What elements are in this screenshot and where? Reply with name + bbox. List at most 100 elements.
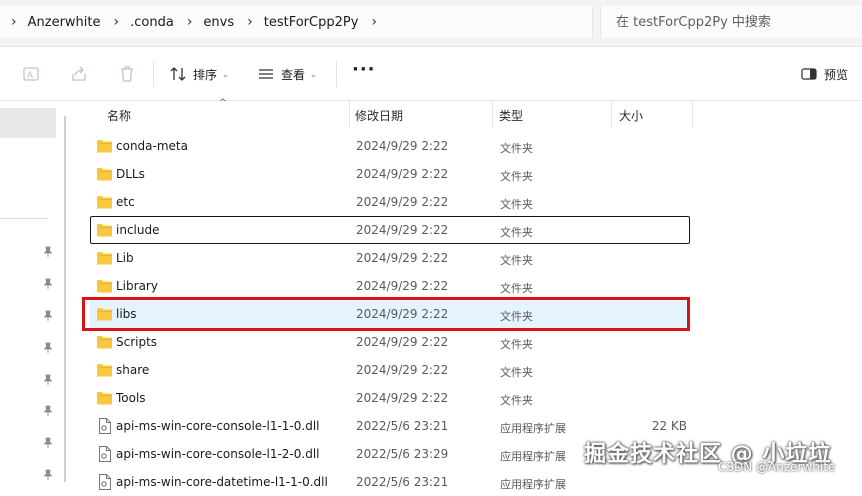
command-bar: A 排序 ⌄ 查看 ⌄ ··· 预览 (0, 47, 862, 101)
file-date: 2024/9/29 2:22 (356, 335, 449, 349)
chevron-right-icon[interactable]: › (176, 14, 202, 30)
file-date: 2024/9/29 2:22 (356, 139, 449, 153)
file-date: 2024/9/29 2:22 (356, 307, 449, 321)
file-date: 2024/9/29 2:22 (356, 251, 449, 265)
file-row[interactable]: libs 2024/9/29 2:22 文件夹 (90, 300, 690, 328)
view-label: 查看 (281, 67, 306, 82)
breadcrumb-item[interactable]: envs (201, 15, 236, 30)
chevron-right-icon[interactable]: › (360, 14, 386, 30)
column-date[interactable]: 修改日期 (355, 107, 403, 124)
folder-icon (96, 363, 113, 380)
column-divider[interactable] (349, 101, 350, 128)
sort-button[interactable]: 排序 ⌄ (170, 60, 229, 88)
file-name: libs (116, 307, 137, 321)
delete-icon[interactable] (118, 65, 136, 83)
breadcrumb-item[interactable]: Anzerwhite (26, 15, 103, 30)
breadcrumb[interactable]: › Anzerwhite › .conda › envs › testForCp… (0, 6, 593, 38)
file-size: 22 KB (651, 419, 687, 433)
chevron-right-icon[interactable]: › (236, 14, 262, 30)
file-type: 应用程序扩展 (500, 422, 566, 435)
file-date: 2022/5/6 23:21 (356, 419, 449, 433)
search-input[interactable] (614, 13, 858, 31)
file-row[interactable]: etc 2024/9/29 2:22 文件夹 (90, 188, 690, 216)
chevron-down-icon: ⌄ (222, 69, 229, 79)
file-name: api-ms-win-core-datetime-l1-1-0.dll (116, 475, 328, 489)
column-divider[interactable] (692, 101, 693, 128)
file-row[interactable]: conda-meta 2024/9/29 2:22 文件夹 (90, 132, 690, 160)
nav-scrollbar[interactable] (64, 116, 66, 482)
file-row[interactable]: DLLs 2024/9/29 2:22 文件夹 (90, 160, 690, 188)
chevron-right-icon[interactable]: › (103, 14, 129, 30)
file-name: DLLs (116, 167, 145, 181)
breadcrumb-item[interactable]: .conda (128, 15, 176, 30)
watermark-csdn: CSDN @Anzerwhite (718, 460, 836, 474)
file-name: Lib (116, 251, 134, 265)
chevron-right-icon[interactable]: › (0, 14, 26, 30)
view-button[interactable]: 查看 ⌄ (258, 60, 317, 88)
file-date: 2024/9/29 2:22 (356, 167, 449, 181)
file-type: 文件夹 (500, 198, 533, 211)
file-name: share (116, 363, 150, 377)
pin-icon (43, 374, 53, 385)
column-divider[interactable] (492, 101, 493, 128)
file-name: etc (116, 195, 135, 209)
address-bar: › Anzerwhite › .conda › envs › testForCp… (0, 0, 862, 47)
nav-item-selected[interactable] (0, 108, 56, 138)
dll-file-icon (98, 418, 112, 437)
rename-icon[interactable]: A (22, 65, 40, 83)
column-header: ^ 名称 修改日期 类型 大小 (74, 98, 862, 128)
chevron-down-icon: ⌄ (310, 69, 317, 79)
file-date: 2024/9/29 2:22 (356, 223, 449, 237)
file-name: api-ms-win-core-console-l1-2-0.dll (116, 447, 320, 461)
file-type: 文件夹 (500, 170, 533, 183)
column-size[interactable]: 大小 (619, 107, 643, 124)
pin-icon (43, 278, 53, 289)
file-row[interactable]: Tools 2024/9/29 2:22 文件夹 (90, 384, 690, 412)
folder-icon (96, 391, 113, 408)
pin-icon (43, 342, 53, 353)
file-type: 文件夹 (500, 394, 533, 407)
more-options-button[interactable]: ··· (352, 59, 376, 80)
file-date: 2024/9/29 2:22 (356, 363, 449, 377)
folder-icon (96, 195, 113, 212)
folder-icon (96, 167, 113, 184)
breadcrumb-item[interactable]: testForCpp2Py (262, 15, 361, 30)
column-name[interactable]: 名称 (107, 107, 131, 124)
pin-icon (43, 469, 53, 480)
file-name: include (116, 223, 160, 237)
file-row[interactable]: include 2024/9/29 2:22 文件夹 (90, 216, 690, 244)
column-divider[interactable] (611, 101, 612, 128)
file-date: 2024/9/29 2:22 (356, 279, 449, 293)
file-date: 2022/5/6 23:29 (356, 447, 449, 461)
file-name: conda-meta (116, 139, 188, 153)
pin-icon (43, 246, 53, 257)
preview-label: 预览 (824, 67, 849, 82)
file-row[interactable]: api-ms-win-core-datetime-l1-1-0.dll 2022/… (90, 468, 690, 496)
view-icon (259, 69, 273, 79)
file-name: Tools (116, 391, 146, 405)
file-type: 文件夹 (500, 366, 533, 379)
sort-label: 排序 (193, 67, 218, 82)
column-type[interactable]: 类型 (499, 107, 523, 124)
folder-icon (96, 223, 113, 240)
file-name: Library (116, 279, 158, 293)
file-type: 应用程序扩展 (500, 478, 566, 491)
file-row[interactable]: share 2024/9/29 2:22 文件夹 (90, 356, 690, 384)
file-type: 文件夹 (500, 338, 533, 351)
preview-button[interactable]: 预览 (801, 60, 848, 88)
file-name: Scripts (116, 335, 158, 349)
sort-ascending-icon: ^ (219, 98, 227, 108)
folder-icon (96, 279, 113, 296)
file-row[interactable]: Scripts 2024/9/29 2:22 文件夹 (90, 328, 690, 356)
pin-icon (43, 310, 53, 321)
folder-icon (96, 307, 113, 324)
folder-icon (96, 251, 113, 268)
file-row[interactable]: Library 2024/9/29 2:22 文件夹 (90, 272, 690, 300)
folder-icon (96, 139, 113, 156)
dll-file-icon (98, 446, 112, 465)
file-row[interactable]: Lib 2024/9/29 2:22 文件夹 (90, 244, 690, 272)
share-icon[interactable] (70, 65, 88, 83)
file-date: 2022/5/6 23:21 (356, 475, 449, 489)
search-box[interactable] (600, 6, 862, 38)
pin-icon (43, 437, 53, 448)
